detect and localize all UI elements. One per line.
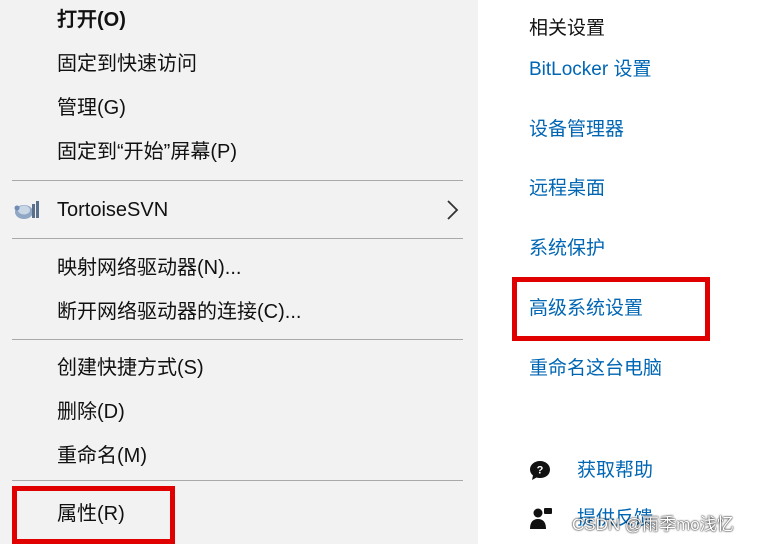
menu-separator [12,238,463,239]
menu-item-delete[interactable]: 删除(D) [57,397,125,427]
menu-item-create-shortcut[interactable]: 创建快捷方式(S) [57,353,204,383]
menu-item-map-network-drive[interactable]: 映射网络驱动器(N)... [57,253,241,283]
chevron-right-icon[interactable] [443,197,461,223]
link-device-manager[interactable]: 设备管理器 [529,115,624,145]
menu-item-rename[interactable]: 重命名(M) [57,441,147,471]
tortoisesvn-icon [14,201,39,219]
related-settings-panel: 相关设置 BitLocker 设置 设备管理器 远程桌面 系统保护 高级系统设置… [478,0,764,544]
menu-item-pin-start[interactable]: 固定到“开始”屏幕(P) [57,137,237,167]
link-get-help[interactable]: 获取帮助 [577,456,653,486]
menu-separator [12,480,463,481]
feedback-person-icon [530,508,552,529]
menu-item-open[interactable]: 打开(O) [57,5,126,35]
related-settings-title: 相关设置 [529,18,606,39]
link-rename-pc[interactable]: 重命名这台电脑 [529,354,662,384]
menu-item-pin-quick-access[interactable]: 固定到快速访问 [57,49,197,79]
menu-item-disconnect-network-drive[interactable]: 断开网络驱动器的连接(C)... [57,297,301,327]
highlight-box-advanced-settings [512,277,710,341]
menu-item-tortoisesvn[interactable]: TortoiseSVN [57,195,168,225]
link-bitlocker-settings[interactable]: BitLocker 设置 [529,55,651,85]
help-chat-icon: ? [530,461,550,480]
context-menu: 打开(O) 固定到快速访问 管理(G) 固定到“开始”屏幕(P) Tortois… [0,0,478,544]
link-remote-desktop[interactable]: 远程桌面 [529,174,605,204]
highlight-box-properties [12,486,175,544]
svg-text:?: ? [537,465,544,477]
link-system-protection[interactable]: 系统保护 [529,234,605,264]
menu-separator [12,180,463,181]
menu-item-manage[interactable]: 管理(G) [57,93,126,123]
watermark-text: CSDN @雨季mo浅忆 [572,515,734,534]
menu-separator [12,339,463,340]
